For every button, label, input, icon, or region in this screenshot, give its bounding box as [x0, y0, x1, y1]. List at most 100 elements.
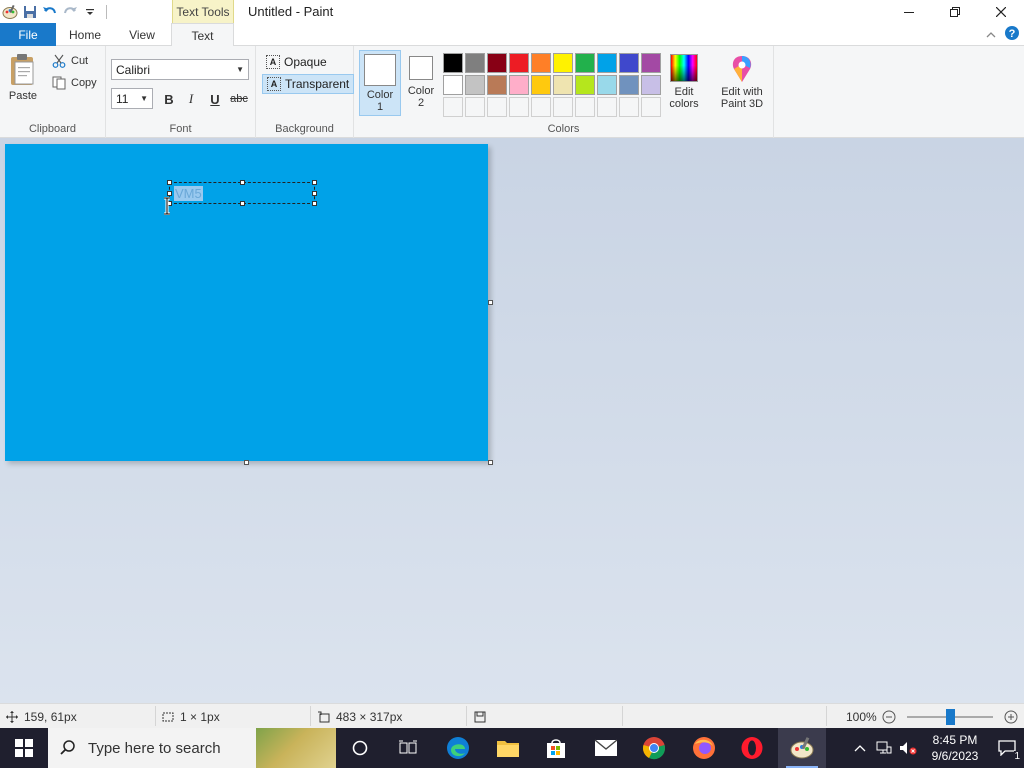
- taskbar-firefox[interactable]: [680, 728, 728, 768]
- palette-color[interactable]: [553, 75, 573, 95]
- palette-color[interactable]: [597, 75, 617, 95]
- strikethrough-button[interactable]: abc: [228, 89, 250, 109]
- palette-color[interactable]: [575, 75, 595, 95]
- cut-button[interactable]: Cut: [52, 54, 88, 68]
- tab-view[interactable]: View: [114, 23, 170, 46]
- opera-icon: [741, 737, 763, 759]
- palette-color[interactable]: [553, 53, 573, 73]
- palette-color[interactable]: [531, 53, 551, 73]
- zoom-slider-thumb[interactable]: [946, 709, 955, 725]
- tab-home[interactable]: Home: [56, 23, 114, 46]
- taskbar-opera[interactable]: [728, 728, 776, 768]
- system-tray: 8:45 PM 9/6/2023 1: [848, 728, 1024, 768]
- palette-color[interactable]: [465, 75, 485, 95]
- color1-button[interactable]: Color 1: [359, 50, 401, 116]
- taskbar-chrome[interactable]: [630, 728, 678, 768]
- zoom-out-button[interactable]: [882, 704, 896, 729]
- tab-file[interactable]: File: [0, 23, 56, 46]
- rainbow-palette-icon: [670, 54, 698, 82]
- start-button[interactable]: [0, 728, 48, 768]
- canvas-workspace[interactable]: VM5: [0, 138, 1024, 703]
- textbox-handle[interactable]: [167, 191, 172, 196]
- restore-button[interactable]: [932, 0, 978, 23]
- canvas-resize-handle-corner[interactable]: [488, 460, 493, 465]
- custom-color-slot[interactable]: [531, 97, 551, 117]
- image-size-icon: [318, 711, 330, 722]
- palette-color[interactable]: [509, 75, 529, 95]
- italic-button[interactable]: I: [181, 89, 201, 109]
- custom-color-slot[interactable]: [465, 97, 485, 117]
- palette-color[interactable]: [641, 75, 661, 95]
- custom-color-slot[interactable]: [487, 97, 507, 117]
- canvas-resize-handle-bottom[interactable]: [244, 460, 249, 465]
- palette-color[interactable]: [487, 53, 507, 73]
- customize-toolbar-icon[interactable]: [80, 2, 100, 22]
- color2-button[interactable]: Color 2: [404, 50, 438, 116]
- volume-button[interactable]: [896, 741, 920, 755]
- taskbar-store[interactable]: [532, 728, 580, 768]
- help-icon[interactable]: ?: [1004, 25, 1020, 44]
- textbox-handle[interactable]: [240, 201, 245, 206]
- bold-button[interactable]: B: [159, 89, 179, 109]
- textbox-handle[interactable]: [167, 180, 172, 185]
- palette-color[interactable]: [443, 75, 463, 95]
- custom-color-slot[interactable]: [619, 97, 639, 117]
- action-center-button[interactable]: 1: [990, 728, 1024, 768]
- show-hidden-icons-button[interactable]: [848, 744, 872, 752]
- underline-button[interactable]: U: [205, 89, 225, 109]
- transparent-option[interactable]: A Transparent: [262, 74, 355, 94]
- save-icon[interactable]: [20, 2, 40, 22]
- undo-icon[interactable]: [40, 2, 60, 22]
- opaque-option[interactable]: A Opaque: [262, 52, 331, 72]
- custom-color-slot[interactable]: [509, 97, 529, 117]
- palette-color[interactable]: [487, 75, 507, 95]
- taskbar-clock[interactable]: 8:45 PM 9/6/2023: [920, 732, 990, 764]
- task-view-button[interactable]: [384, 728, 432, 768]
- palette-color[interactable]: [641, 53, 661, 73]
- taskbar-paint[interactable]: [778, 728, 826, 768]
- palette-color[interactable]: [619, 53, 639, 73]
- network-button[interactable]: [872, 741, 896, 755]
- paint-app-icon[interactable]: [0, 2, 20, 22]
- taskbar-edge[interactable]: [434, 728, 482, 768]
- paste-button[interactable]: Paste: [8, 52, 38, 102]
- taskbar-mail[interactable]: [582, 728, 630, 768]
- chevron-up-icon: [854, 745, 866, 752]
- palette-color[interactable]: [531, 75, 551, 95]
- colors-group-label: Colors: [547, 123, 580, 135]
- palette-color[interactable]: [465, 53, 485, 73]
- taskbar-search-box[interactable]: Type here to search: [48, 728, 336, 768]
- text-box[interactable]: VM5: [167, 180, 317, 206]
- font-size-select[interactable]: 11 ▼: [111, 88, 153, 109]
- close-button[interactable]: [978, 0, 1024, 23]
- cortana-button[interactable]: [336, 728, 384, 768]
- zoom-in-button[interactable]: [1004, 704, 1018, 729]
- edit-with-paint3d-button[interactable]: Edit with Paint 3D: [716, 54, 768, 110]
- custom-color-slot[interactable]: [597, 97, 617, 117]
- palette-color[interactable]: [575, 53, 595, 73]
- palette-color[interactable]: [597, 53, 617, 73]
- collapse-ribbon-icon[interactable]: [986, 28, 996, 42]
- taskbar-file-explorer[interactable]: [484, 728, 532, 768]
- selected-text[interactable]: VM5: [174, 186, 203, 201]
- copy-button[interactable]: Copy: [52, 76, 97, 90]
- palette-color[interactable]: [443, 53, 463, 73]
- textbox-handle[interactable]: [312, 201, 317, 206]
- custom-color-slot[interactable]: [443, 97, 463, 117]
- palette-color[interactable]: [509, 53, 529, 73]
- font-family-select[interactable]: Calibri ▼: [111, 59, 249, 80]
- custom-color-slot[interactable]: [641, 97, 661, 117]
- tab-text[interactable]: Text: [171, 23, 234, 47]
- redo-icon[interactable]: [60, 2, 80, 22]
- drawing-canvas[interactable]: VM5: [5, 144, 488, 461]
- palette-color[interactable]: [619, 75, 639, 95]
- custom-color-slot[interactable]: [575, 97, 595, 117]
- textbox-handle[interactable]: [312, 180, 317, 185]
- minimize-button[interactable]: [886, 0, 932, 23]
- textbox-handle[interactable]: [312, 191, 317, 196]
- textbox-handle[interactable]: [240, 180, 245, 185]
- custom-color-slot[interactable]: [553, 97, 573, 117]
- edit-colors-button[interactable]: Edit colors: [664, 54, 704, 110]
- clipboard-group-label: Clipboard: [28, 123, 77, 135]
- canvas-resize-handle-right[interactable]: [488, 300, 493, 305]
